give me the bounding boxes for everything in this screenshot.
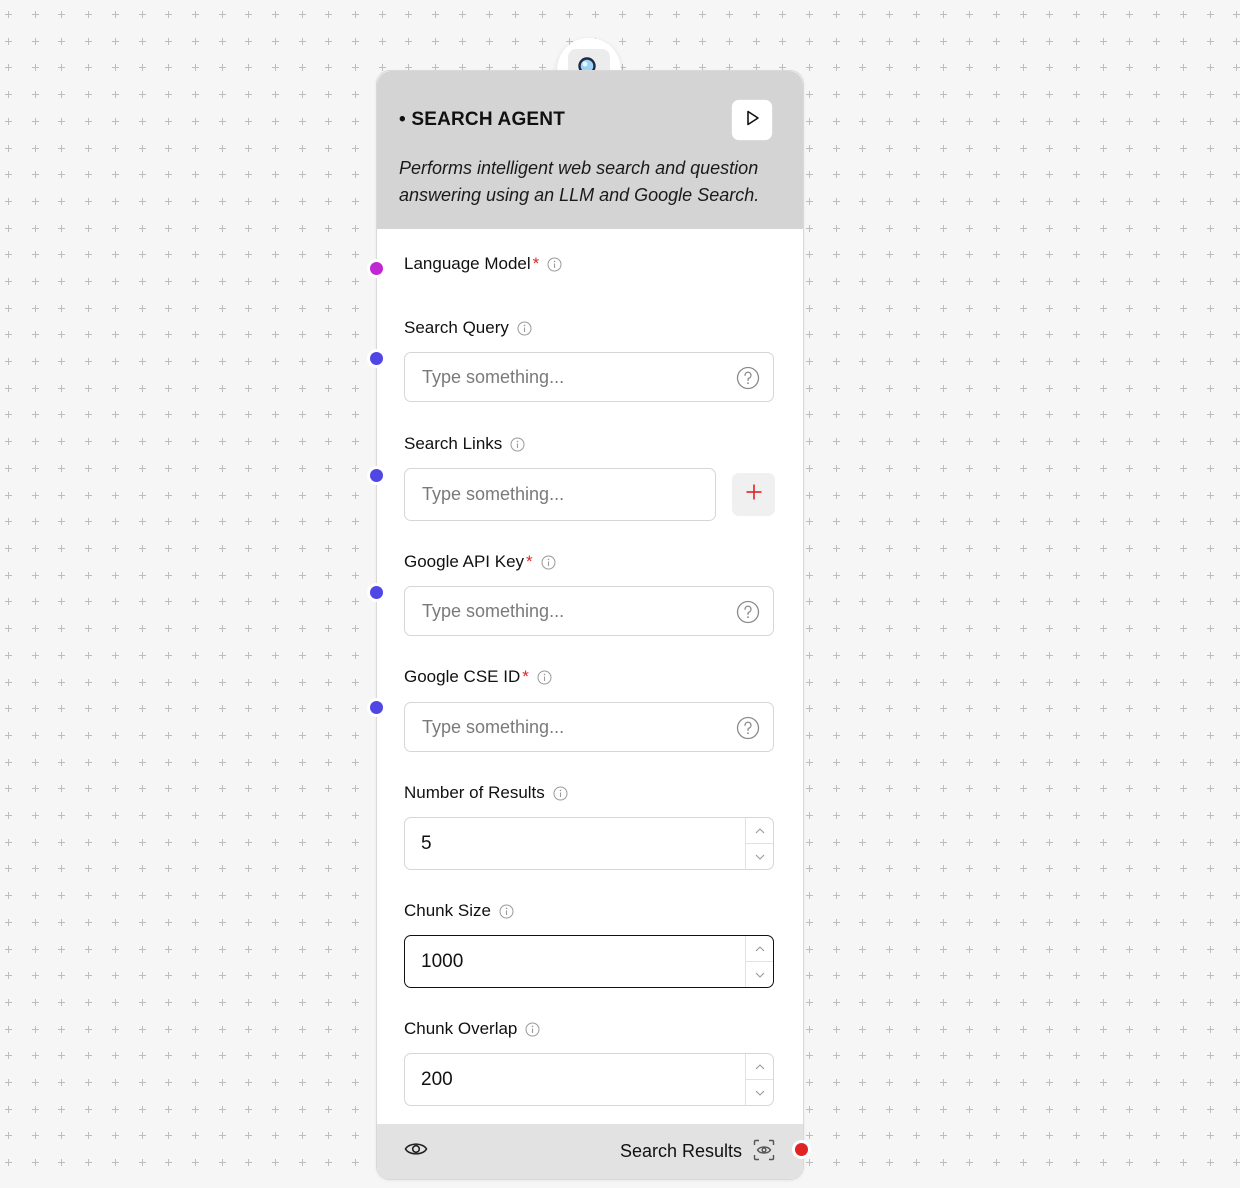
decrement-button[interactable] <box>746 962 773 987</box>
info-icon[interactable] <box>510 437 525 452</box>
run-button[interactable] <box>731 99 773 141</box>
info-icon[interactable] <box>525 1022 540 1037</box>
plus-icon <box>745 483 763 506</box>
info-icon[interactable] <box>553 786 568 801</box>
increment-button[interactable] <box>746 936 773 962</box>
google-cse-id-handle[interactable] <box>370 701 383 714</box>
info-icon[interactable] <box>537 670 552 685</box>
chunk-size-input[interactable]: 1000 <box>404 935 774 988</box>
google-api-key-input[interactable]: Type something... <box>404 586 774 636</box>
node-header: • SEARCH AGENT Performs intelligent web … <box>377 71 803 229</box>
google-api-key-handle[interactable] <box>370 586 383 599</box>
info-icon[interactable] <box>517 321 532 336</box>
search-links-label: Search Links <box>404 433 525 455</box>
increment-button[interactable] <box>746 1054 773 1080</box>
quantity-stepper <box>745 1054 773 1105</box>
chunk-overlap-input[interactable]: 200 <box>404 1053 774 1106</box>
info-icon[interactable] <box>547 257 562 272</box>
search-query-input[interactable]: Type something... <box>404 352 774 402</box>
eye-icon[interactable] <box>404 1140 428 1163</box>
input-placeholder: Type something... <box>422 600 565 621</box>
quantity-stepper <box>745 936 773 987</box>
info-icon[interactable] <box>499 904 514 919</box>
node-footer: Search Results <box>377 1124 803 1179</box>
required-marker: * <box>526 552 533 571</box>
search-results-output-handle[interactable] <box>795 1143 808 1156</box>
decrement-button[interactable] <box>746 844 773 869</box>
help-icon[interactable] <box>736 600 760 629</box>
google-cse-id-input[interactable]: Type something... <box>404 702 774 752</box>
input-placeholder: Type something... <box>422 716 565 737</box>
input-placeholder: Type something... <box>422 366 565 387</box>
required-marker: * <box>522 667 529 686</box>
play-icon <box>743 109 761 132</box>
node-description: Performs intelligent web search and ques… <box>399 158 760 205</box>
chunk-overlap-label: Chunk Overlap <box>404 1018 540 1040</box>
increment-button[interactable] <box>746 818 773 844</box>
info-icon[interactable] <box>541 555 556 570</box>
number-of-results-input[interactable]: 5 <box>404 817 774 870</box>
search-links-input[interactable]: Type something... <box>404 468 716 521</box>
help-icon[interactable] <box>736 716 760 745</box>
google-api-key-label: Google API Key * <box>404 551 556 573</box>
language-model-handle[interactable] <box>370 262 383 275</box>
output-label: Search Results <box>619 1141 742 1161</box>
chunk-size-label: Chunk Size <box>404 900 514 922</box>
language-model-label: Language Model * <box>404 253 562 275</box>
node-title: • SEARCH AGENT <box>399 109 566 130</box>
required-marker: * <box>532 254 540 273</box>
google-cse-id-label: Google CSE ID * <box>404 666 552 688</box>
add-link-button[interactable] <box>732 473 775 516</box>
inspect-eye-icon[interactable] <box>753 1139 775 1166</box>
decrement-button[interactable] <box>746 1080 773 1105</box>
input-value: 1000 <box>421 951 464 972</box>
help-icon[interactable] <box>736 366 760 395</box>
input-placeholder: Type something... <box>422 484 565 504</box>
search-links-handle[interactable] <box>370 469 383 482</box>
number-of-results-label: Number of Results <box>404 782 568 804</box>
search-query-label: Search Query <box>404 317 532 339</box>
input-value: 200 <box>421 1069 453 1090</box>
search-query-handle[interactable] <box>370 352 383 365</box>
input-value: 5 <box>421 833 432 854</box>
quantity-stepper <box>745 818 773 869</box>
